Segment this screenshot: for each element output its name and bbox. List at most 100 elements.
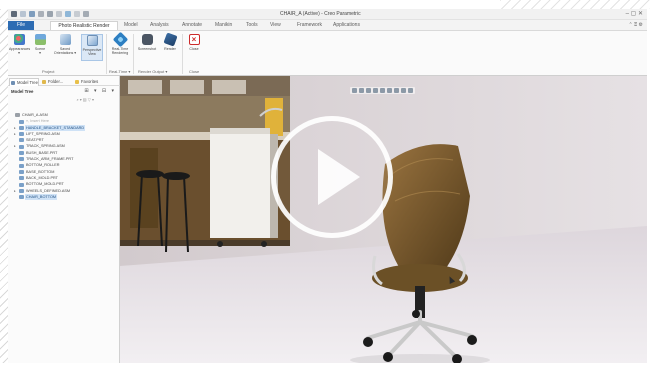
refit-icon[interactable] xyxy=(352,88,357,93)
saved-views-icon[interactable] xyxy=(387,88,392,93)
play-icon xyxy=(318,149,360,205)
close-window-icon[interactable] xyxy=(74,11,80,17)
close-button[interactable]: × Close xyxy=(184,34,204,51)
tab-model-tree[interactable]: Model Tree xyxy=(9,78,39,86)
appearances-label: Appearances ▾ xyxy=(9,47,31,56)
tab-annotate[interactable]: Annotate xyxy=(182,21,202,30)
tab-file[interactable]: File xyxy=(8,21,34,30)
tab-model-tree-label: Model Tree xyxy=(17,80,38,85)
perspective-view-button[interactable]: Perspective View xyxy=(81,34,103,61)
tab-manikin[interactable]: Manikin xyxy=(215,21,232,30)
tab-favorites[interactable]: Favorites xyxy=(74,78,120,86)
view-toolbar xyxy=(350,87,415,94)
undo-icon[interactable] xyxy=(38,11,44,17)
tab-applications[interactable]: Applications xyxy=(333,21,360,30)
title-bar: CHAIR_A (Active) - Creo Parametric – ▢ ✕ xyxy=(8,9,647,20)
new-icon[interactable] xyxy=(11,11,17,17)
customize-icon[interactable] xyxy=(83,11,89,17)
model-tree-tools[interactable]: ⊞ ▾ ⊟ ▾ xyxy=(84,88,116,94)
star-icon xyxy=(75,80,79,84)
redo-icon[interactable] xyxy=(47,11,53,17)
annotation-display-icon[interactable] xyxy=(408,88,413,93)
model-tree-title: Model Tree xyxy=(11,89,34,94)
tab-photo-realistic-render[interactable]: Photo Realistic Render xyxy=(50,21,118,30)
tab-tools[interactable]: Tools xyxy=(246,21,258,30)
group-real-time: Real-Time ▾ xyxy=(109,69,131,74)
part-icon xyxy=(19,176,24,181)
quick-access-toolbar xyxy=(11,11,89,17)
real-time-rendering-label: Real-Time Rendering xyxy=(111,47,129,56)
hatch-pattern xyxy=(500,0,650,9)
part-icon xyxy=(19,119,24,124)
datum-display-icon[interactable] xyxy=(394,88,399,93)
scene-icon xyxy=(34,34,46,45)
part-icon xyxy=(19,125,24,130)
camera-icon xyxy=(141,34,153,45)
group-project: Project xyxy=(42,69,55,74)
open-icon[interactable] xyxy=(20,11,26,17)
screenshot-label: Screenshot xyxy=(137,47,157,51)
ribbon-separator xyxy=(182,34,183,74)
screenshot-frame: CHAIR_A (Active) - Creo Parametric – ▢ ✕… xyxy=(0,0,650,365)
tree-item-label: CHAIR_BOTTOM xyxy=(25,193,58,201)
real-time-rendering-button[interactable]: Real-Time Rendering xyxy=(109,31,131,56)
part-icon xyxy=(19,169,24,174)
spin-center-icon[interactable] xyxy=(401,88,406,93)
tab-model[interactable]: Model xyxy=(124,21,138,30)
window-controls[interactable]: – ▢ ✕ xyxy=(626,10,643,17)
part-icon xyxy=(19,157,24,162)
assembly-icon xyxy=(15,113,20,118)
part-icon xyxy=(19,182,24,187)
tab-framework[interactable]: Framework xyxy=(297,21,322,30)
render-label: Render xyxy=(164,47,176,51)
model-tree: CHAIR_A.ASM», Insert Here ▸ HANDLE_BRACKET… xyxy=(10,112,118,201)
tab-folder-browser[interactable]: Folder... xyxy=(41,78,71,86)
scene-button[interactable]: Scene ▾ xyxy=(30,34,50,56)
ribbon-separator xyxy=(106,34,107,74)
model-tree-icon xyxy=(11,81,15,85)
model-tree-toolbar: Model Tree ⊞ ▾ ⊟ ▾ xyxy=(8,87,120,96)
perspective-view-label: Perspective View xyxy=(82,48,102,57)
group-close: Close xyxy=(189,69,200,74)
part-icon xyxy=(19,151,24,156)
save-icon[interactable] xyxy=(29,11,35,17)
tab-view[interactable]: View xyxy=(270,21,281,30)
windows-icon[interactable] xyxy=(65,11,71,17)
display-style-icon[interactable] xyxy=(380,88,385,93)
group-render-output: Render Output ▾ xyxy=(138,69,168,74)
part-icon xyxy=(19,195,24,200)
real-time-rendering-icon xyxy=(112,31,128,48)
video-play-button[interactable] xyxy=(271,116,393,238)
saved-orientations-label: Saved Orientations ▾ xyxy=(53,47,77,56)
ribbon-body: Appearances ▾ Scene ▾ Saved Orientations… xyxy=(8,30,647,76)
ribbon-tabs: File Photo Realistic Render Model Analys… xyxy=(8,20,647,30)
part-icon xyxy=(19,132,24,137)
model-tree-search[interactable]: ⌕ ▾ ▨ ▽ ▾ xyxy=(12,97,116,104)
saved-orientations-icon xyxy=(59,34,71,45)
zoom-in-icon[interactable] xyxy=(359,88,364,93)
zoom-out-icon[interactable] xyxy=(366,88,371,93)
tab-folder-browser-label: Folder... xyxy=(48,79,64,84)
close-icon: × xyxy=(188,34,200,45)
repaint-icon[interactable] xyxy=(373,88,378,93)
screenshot-button[interactable]: Screenshot xyxy=(136,34,158,51)
help-search-tools[interactable]: ⌃ ⍰ ⚙ xyxy=(629,22,643,28)
part-icon xyxy=(19,163,24,168)
appearances-button[interactable]: Appearances ▾ xyxy=(9,34,31,56)
regenerate-icon[interactable] xyxy=(56,11,62,17)
graphics-viewport[interactable] xyxy=(120,76,647,363)
tab-favorites-label: Favorites xyxy=(81,79,99,84)
panel-tabs: Model Tree Folder... Favorites xyxy=(8,77,120,86)
close-label: Close xyxy=(189,47,199,51)
render-button[interactable]: Render xyxy=(160,32,180,51)
folder-icon xyxy=(42,80,46,84)
tree-item[interactable]: CHAIR_BOTTOM xyxy=(10,193,118,201)
part-icon xyxy=(19,138,24,143)
render-icon xyxy=(162,32,178,47)
part-icon xyxy=(19,144,24,149)
tab-analysis[interactable]: Analysis xyxy=(150,21,169,30)
rendered-scene xyxy=(120,76,647,363)
ribbon-separator xyxy=(133,34,134,74)
model-tree-panel: Model Tree Folder... Favorites Model Tre… xyxy=(8,76,120,363)
saved-orientations-button[interactable]: Saved Orientations ▾ xyxy=(52,34,78,56)
